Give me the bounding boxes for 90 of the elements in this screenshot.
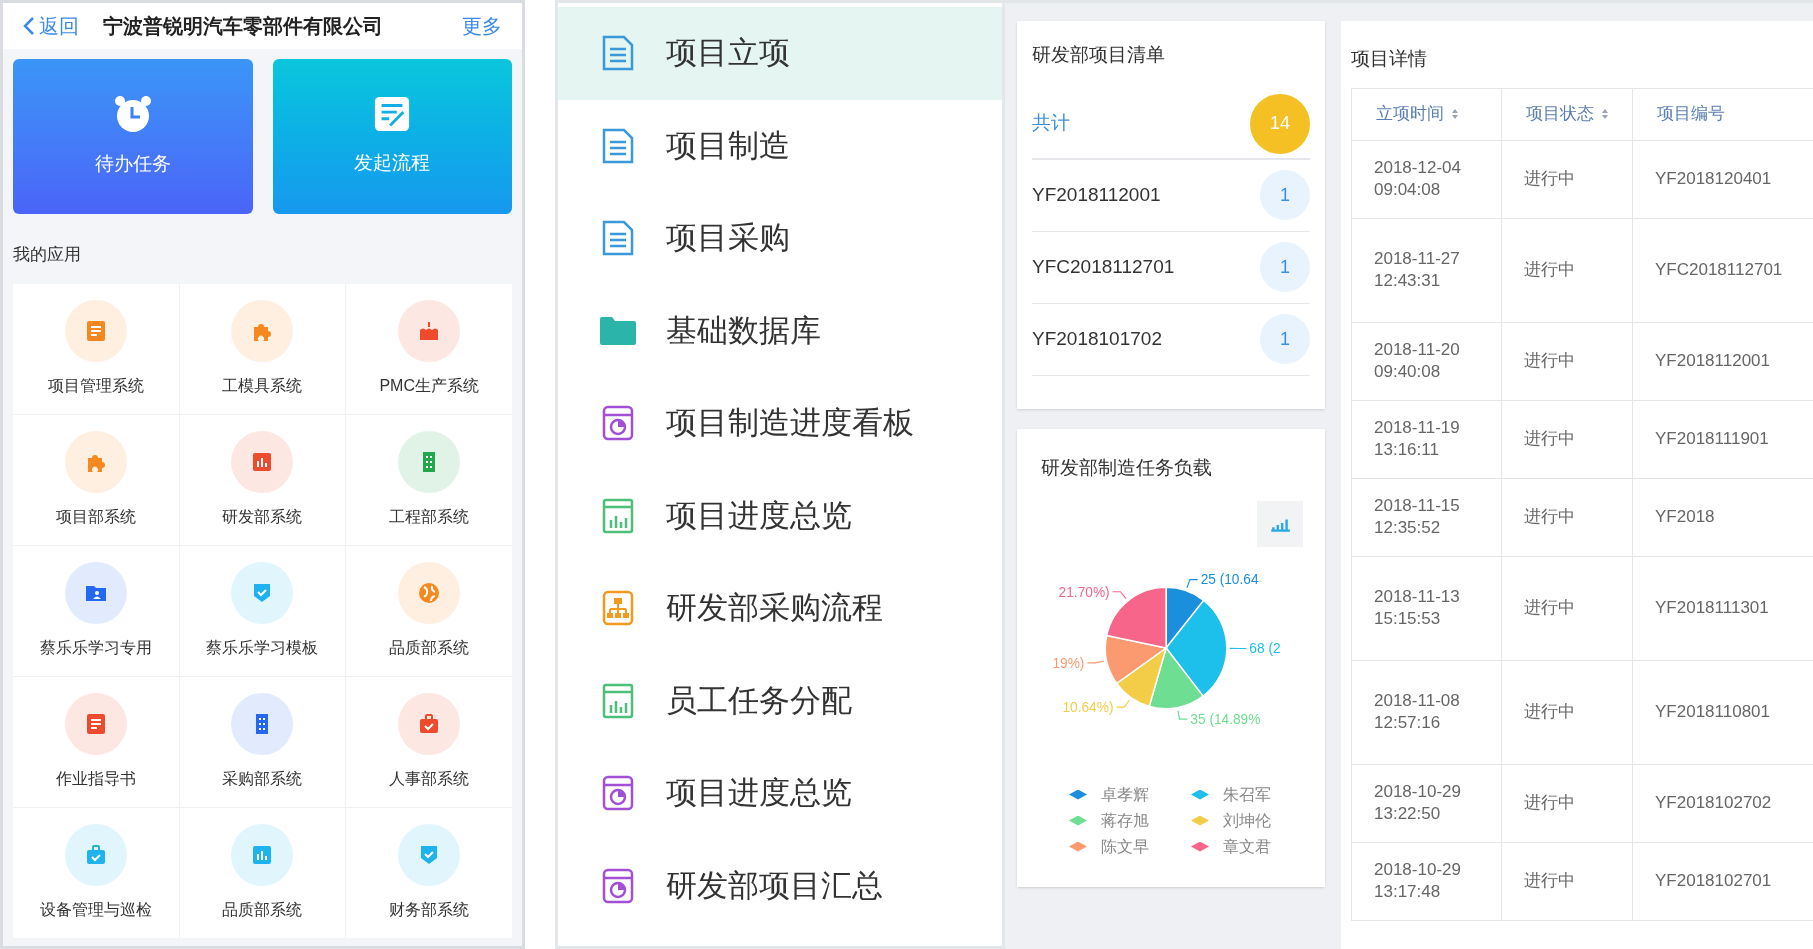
project-row[interactable]: YF2018101702 1 <box>1032 303 1310 376</box>
app-tile[interactable]: 工模具系统 <box>179 283 346 414</box>
count-badge: 1 <box>1260 242 1310 292</box>
project-code: YF2018112001 <box>1032 182 1161 207</box>
page-title: 宁波普锐明汽车零部件有限公司 <box>103 14 383 39</box>
table-cell: 进行中 <box>1501 842 1633 920</box>
count-badge: 1 <box>1260 314 1310 364</box>
document-icon <box>602 220 634 257</box>
data-label: 35 (14.89% <box>1190 711 1261 727</box>
table-cell: 2018-11-08 12:57:16 <box>1351 660 1502 764</box>
table-cell: 进行中 <box>1501 218 1633 322</box>
data-label: 10.64%) <box>1062 699 1114 715</box>
data-label: 19%) <box>1052 655 1085 671</box>
app-tile[interactable]: 蔡乐乐学习专用 <box>13 545 179 676</box>
card-title: 研发部项目清单 <box>1032 43 1166 67</box>
leader-line <box>1177 709 1188 720</box>
table-cell: 进行中 <box>1501 556 1633 660</box>
sort-icon[interactable] <box>1452 109 1458 119</box>
app-tile[interactable]: 设备管理与巡检 <box>13 807 179 938</box>
back-chevron-icon <box>23 16 35 36</box>
table-cell: 2018-12-04 09:04:08 <box>1351 140 1502 218</box>
table-cell: 进行中 <box>1501 140 1633 218</box>
total-label: 共计 <box>1032 111 1070 136</box>
folder-icon <box>600 316 636 345</box>
globe-icon <box>417 580 442 605</box>
app-tile[interactable]: 品质部系统 <box>346 545 512 676</box>
app-tile[interactable]: 品质部系统 <box>179 807 346 938</box>
table-cell: 进行中 <box>1501 764 1633 842</box>
app-tile[interactable]: 作业指导书 <box>13 676 179 807</box>
table-cell: 2018-11-19 13:16:11 <box>1351 400 1502 478</box>
leader-line <box>1115 698 1130 708</box>
alarm-clock-icon <box>112 94 153 135</box>
calendar-icon <box>602 405 634 442</box>
calendar-icon <box>602 775 634 812</box>
chart-toggle-icon[interactable] <box>1257 501 1303 547</box>
total-count-badge: 14 <box>1250 93 1310 154</box>
more-button[interactable]: 更多 <box>462 11 502 41</box>
project-row[interactable]: YF2018112001 1 <box>1032 159 1310 232</box>
document-icon <box>602 127 634 164</box>
legend-label: 朱召军 <box>1223 784 1271 805</box>
shortcut-card[interactable]: 待办任务 <box>13 59 253 214</box>
table-cell: 进行中 <box>1501 660 1633 764</box>
legend-label: 章文君 <box>1223 836 1271 857</box>
legend-label: 刘坤伦 <box>1223 810 1271 831</box>
legend-label: 陈文早 <box>1101 836 1149 857</box>
app-tile[interactable]: 人事部系统 <box>346 676 512 807</box>
app-tile[interactable]: 项目部系统 <box>13 414 179 545</box>
leader-line <box>1112 590 1127 599</box>
app-tile[interactable]: 蔡乐乐学习模板 <box>179 545 346 676</box>
table-cell: 2018-10-29 13:22:50 <box>1351 764 1502 842</box>
project-code: YF2018101702 <box>1032 326 1162 351</box>
table-cell: 2018-11-13 15:15:53 <box>1351 556 1502 660</box>
column-header[interactable]: 立项时间 <box>1351 88 1502 140</box>
sort-icon[interactable] <box>1602 109 1608 119</box>
data-label: 25 (10.64 <box>1200 571 1259 587</box>
legend-label: 蒋存旭 <box>1101 810 1149 831</box>
app-tile[interactable]: PMC生产系统 <box>346 283 512 414</box>
data-label: 68 (2 <box>1249 640 1281 656</box>
leader-line <box>1186 578 1199 588</box>
calendar-icon <box>602 867 634 904</box>
project-code: YFC2018112701 <box>1032 254 1175 279</box>
table-cell: 2018-11-27 12:43:31 <box>1351 218 1502 322</box>
data-label: 21.70%) <box>1058 584 1110 600</box>
app-tile[interactable]: 项目管理系统 <box>13 283 179 414</box>
app-tile[interactable]: 研发部系统 <box>179 414 346 545</box>
app-tile[interactable]: 财务部系统 <box>346 807 512 938</box>
leader-line <box>1229 647 1247 649</box>
table-cell: 2018-10-29 13:17:48 <box>1351 842 1502 920</box>
table-cell: 2018-11-15 12:35:52 <box>1351 478 1502 556</box>
card-title: 项目详情 <box>1351 47 1428 71</box>
legend-label: 卓孝辉 <box>1101 784 1149 805</box>
count-badge: 1 <box>1260 170 1310 220</box>
table-cell: 进行中 <box>1501 322 1633 400</box>
document-icon <box>602 35 634 72</box>
column-header[interactable]: 项目状态 <box>1501 88 1633 140</box>
table-cell: 进行中 <box>1501 478 1633 556</box>
app-tile[interactable]: 工程部系统 <box>346 414 512 545</box>
org-chart-icon <box>602 590 634 627</box>
project-row[interactable]: YFC2018112701 1 <box>1032 231 1310 304</box>
card-title: 研发部制造任务负载 <box>1040 456 1213 480</box>
edit-form-icon <box>373 95 412 134</box>
menu-item[interactable]: 项目立项 <box>558 7 1002 100</box>
column-header[interactable]: 项目编号 <box>1632 88 1813 140</box>
section-title: 我的应用 <box>12 244 82 266</box>
bar-chart-icon <box>602 497 634 534</box>
bar-chart-icon <box>602 682 634 719</box>
table-cell: 2018-11-20 09:40:08 <box>1351 322 1502 400</box>
leader-line <box>1086 660 1105 663</box>
app-tile[interactable]: 采购部系统 <box>179 676 346 807</box>
table-cell: 进行中 <box>1501 400 1633 478</box>
